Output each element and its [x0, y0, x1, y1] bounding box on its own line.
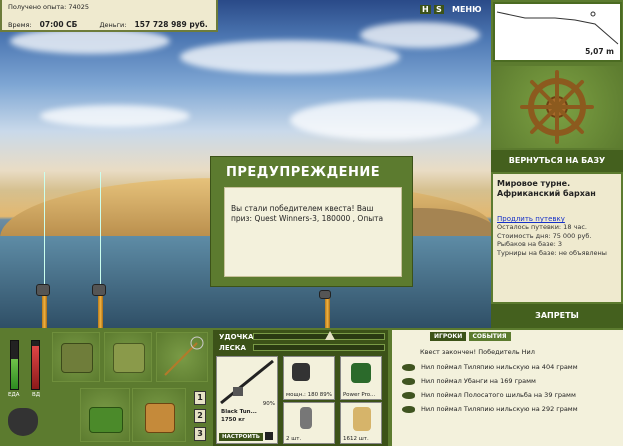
- tension-marker-icon: [325, 331, 335, 340]
- fish-icon: [402, 405, 415, 413]
- fishing-line: [44, 172, 45, 292]
- stat-anglers: Рыбаков на базе: 3: [497, 240, 562, 248]
- stat-tournaments: Турниры на базе: не объявлены: [497, 248, 607, 257]
- backpack-icon: [61, 343, 93, 373]
- tour-title: Мировое турне. Африканский бархан: [497, 179, 596, 198]
- line-name: Power Pro...: [343, 392, 376, 398]
- health-bar: [31, 340, 40, 390]
- inventory-slot-1[interactable]: [52, 332, 100, 382]
- bait-icon: [353, 407, 371, 431]
- log-entry: Нил поймал Тиляпию нильскую на 292 грамм: [402, 404, 578, 414]
- log-entry: Нил поймал Тиляпию нильскую на 404 грамм: [402, 362, 578, 372]
- hook-count: 2 шт.: [286, 436, 302, 442]
- reel-icon: [92, 284, 106, 296]
- stat-remaining: Осталось путевки: 18 час.: [497, 223, 587, 231]
- bait-basket-icon: [89, 407, 123, 433]
- hand-icon: [265, 432, 273, 440]
- line-slot[interactable]: Power Pro...: [340, 356, 382, 400]
- inventory-slot-5[interactable]: [132, 388, 186, 442]
- rod-label: УДОЧКА: [219, 333, 254, 341]
- log-title: Квест закончен! Победитель Нил: [420, 348, 535, 356]
- hook-slot[interactable]: 2 шт.: [283, 402, 335, 444]
- fish-icon: [402, 377, 415, 385]
- time-value: 07:00 СБ: [39, 20, 78, 29]
- tab-players[interactable]: ИГРОКИ: [430, 332, 467, 341]
- page-button-1[interactable]: 1: [194, 391, 206, 405]
- reel-percent: 89%: [319, 392, 332, 398]
- rod-slot[interactable]: 90% Black Tun... 1750 кг НАСТРОИТЬ: [216, 356, 278, 444]
- extend-voucher-link[interactable]: Продлить путевку: [497, 215, 617, 223]
- bucket-icon: [145, 403, 175, 433]
- rod-weight: 1750 кг: [221, 417, 245, 423]
- bag-icon: [113, 343, 145, 373]
- money-value: 157 728 989 руб.: [134, 20, 208, 29]
- ship-wheel-area: [491, 66, 623, 148]
- money-label: Деньги:: [99, 21, 127, 29]
- rod-percent: 90%: [262, 401, 275, 407]
- bait-count: 1612 шт.: [343, 436, 369, 442]
- dialog-title: ПРЕДУПРЕЖДЕНИЕ: [226, 165, 381, 180]
- sound-button[interactable]: S: [434, 5, 444, 14]
- depth-value: 5,07 m: [585, 47, 614, 56]
- landing-net-icon: [164, 336, 204, 376]
- game-screen: Получено опыта: 74025 Время: 07:00 СБ Де…: [0, 0, 623, 446]
- rod-icon: [220, 359, 274, 405]
- inventory-slot-3[interactable]: [156, 332, 208, 382]
- hook-icon: [300, 407, 312, 429]
- log-tabs: ИГРОКИ СОБЫТИЯ: [430, 332, 511, 341]
- line-tension-track: [253, 344, 385, 351]
- tour-info: Мировое турне. Африканский бархан Продли…: [493, 174, 621, 302]
- reel-icon: [36, 284, 50, 296]
- ship-wheel-icon[interactable]: [491, 66, 623, 148]
- rod-tension-track: [253, 333, 385, 340]
- inventory-slot-2[interactable]: [104, 332, 152, 382]
- health-label: ВД: [32, 392, 41, 398]
- fish-icon: [402, 363, 415, 371]
- reel-icon: [319, 290, 331, 299]
- food-bar: [10, 340, 19, 390]
- log-entry: Нил поймал Убанги на 169 грамм: [402, 376, 536, 386]
- cauldron-icon[interactable]: [8, 408, 38, 436]
- reel-power: мощн.: 180: [286, 392, 319, 398]
- help-button[interactable]: H: [420, 5, 431, 14]
- page-button-2[interactable]: 2: [194, 409, 206, 423]
- hud-panel: Получено опыта: 74025 Время: 07:00 СБ Де…: [0, 0, 218, 32]
- line-spool-icon: [351, 363, 371, 383]
- setup-button[interactable]: НАСТРОИТЬ: [219, 433, 263, 441]
- inventory-slot-4[interactable]: [80, 388, 130, 442]
- log-entry: Нил поймал Полосатого шильба на 39 грамм: [402, 390, 576, 400]
- rod-name: Black Tun...: [221, 409, 257, 415]
- time-label: Время:: [8, 21, 32, 29]
- tab-events[interactable]: СОБЫТИЯ: [468, 332, 511, 341]
- warning-dialog: ПРЕДУПРЕЖДЕНИЕ Вы стали победителем квес…: [210, 156, 413, 287]
- time-money-row: Время: 07:00 СБ Деньги: 157 728 989 руб.: [8, 20, 214, 29]
- fish-icon: [402, 391, 415, 399]
- bait-slot[interactable]: 1612 шт.: [340, 402, 382, 444]
- depth-chart: 5,07 m: [493, 2, 622, 62]
- xp-label: Получено опыта: 74025: [8, 3, 90, 11]
- stat-day-cost: Стоимость дня: 75 000 руб.: [497, 231, 592, 240]
- menu-button[interactable]: МЕНЮ: [452, 5, 482, 14]
- reel-slot[interactable]: мощн.: 180 89%: [283, 356, 335, 400]
- bans-button[interactable]: ЗАПРЕТЫ: [491, 304, 623, 328]
- page-button-3[interactable]: 3: [194, 427, 206, 441]
- fishing-line: [100, 172, 101, 292]
- dialog-message: Вы стали победителем квеста! Ваш приз: Q…: [224, 187, 402, 277]
- line-label: ЛЕСКА: [219, 344, 246, 352]
- back-to-base-button[interactable]: ВЕРНУТЬСЯ НА БАЗУ: [491, 150, 623, 172]
- food-label: ЕДА: [8, 392, 20, 398]
- reel-gear-icon: [292, 363, 310, 381]
